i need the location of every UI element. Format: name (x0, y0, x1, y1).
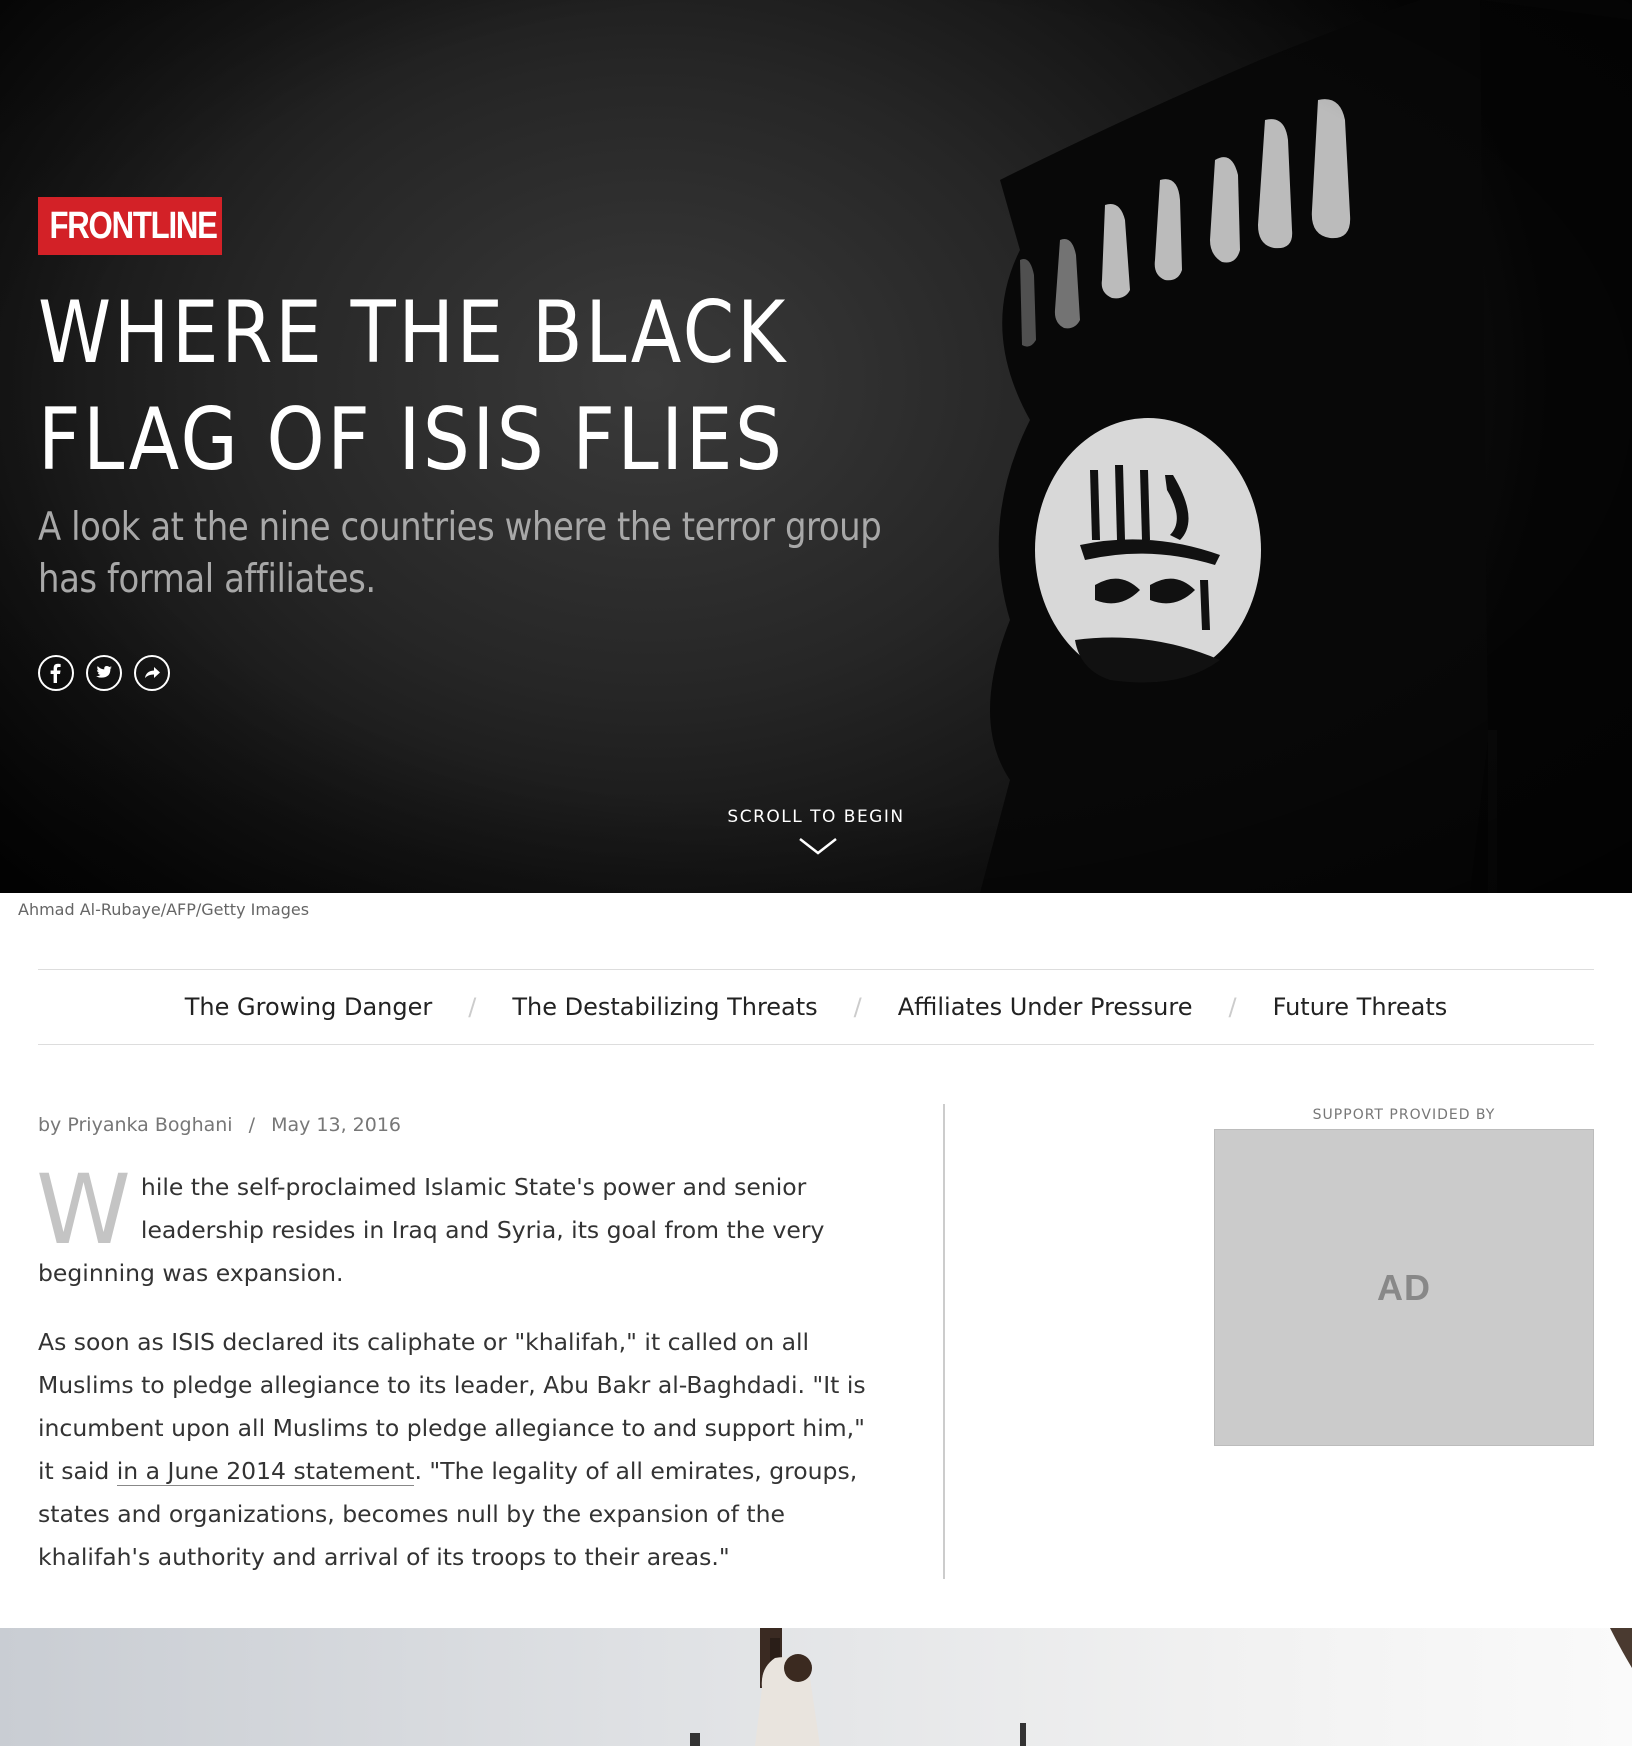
nav-item-future-threats[interactable]: Future Threats (1261, 993, 1460, 1021)
chevron-down-icon[interactable] (798, 836, 838, 856)
hero-banner: FRONTLINE WHERE THE BLACK FLAG OF ISIS F… (0, 0, 1632, 893)
article-paragraph: As soon as ISIS declared its caliphate o… (38, 1321, 888, 1579)
frontline-logo[interactable]: FRONTLINE (38, 197, 222, 255)
nav-item-destabilizing-threats[interactable]: The Destabilizing Threats (500, 993, 829, 1021)
nav-item-growing-danger[interactable]: The Growing Danger (173, 993, 445, 1021)
photo-credit: Ahmad Al-Rubaye/AFP/Getty Images (18, 900, 310, 919)
article-photo (0, 1628, 1632, 1746)
nav-separator: / (853, 993, 862, 1021)
column-divider (943, 1104, 945, 1579)
author-prefix: by (38, 1114, 62, 1136)
author-link[interactable]: Priyanka Boghani (67, 1114, 232, 1136)
brand-name: FRONTLINE (49, 205, 217, 247)
facebook-icon (50, 663, 61, 683)
ad-placeholder-text: AD (1377, 1266, 1431, 1308)
drop-cap: W (36, 1154, 131, 1266)
nav-separator: / (468, 993, 477, 1021)
twitter-icon (96, 666, 112, 678)
publish-date: May 13, 2016 (271, 1114, 402, 1136)
paragraph-text: hile the self-proclaimed Islamic State's… (38, 1173, 825, 1287)
title-line-2: FLAG OF ISIS FLIES (38, 390, 785, 490)
share-icon (145, 667, 160, 678)
june-2014-statement-link[interactable]: in a June 2014 statement (116, 1457, 415, 1486)
twitter-share-button[interactable] (86, 655, 122, 691)
ad-slot[interactable]: AD (1214, 1129, 1594, 1446)
byline: by Priyanka Boghani / May 13, 2016 (38, 1114, 401, 1136)
scroll-to-begin-label[interactable]: SCROLL TO BEGIN (0, 807, 1632, 827)
chapter-nav: The Growing Danger / The Destabilizing T… (38, 969, 1594, 1045)
article-paragraph: While the self-proclaimed Islamic State'… (36, 1154, 888, 1295)
nav-item-affiliates-under-pressure[interactable]: Affiliates Under Pressure (886, 993, 1205, 1021)
nav-separator: / (1228, 993, 1237, 1021)
page-title: WHERE THE BLACK FLAG OF ISIS FLIES (38, 280, 812, 494)
page-subtitle: A look at the nine countries where the t… (38, 505, 882, 602)
ad-label: SUPPORT PROVIDED BY (1312, 1107, 1496, 1123)
article-body: While the self-proclaimed Islamic State'… (36, 1154, 888, 1605)
generic-share-button[interactable] (134, 655, 170, 691)
title-line-1: WHERE THE BLACK (38, 283, 788, 383)
article-photo-graphic (690, 1628, 1632, 1746)
byline-separator: / (248, 1114, 256, 1136)
facebook-share-button[interactable] (38, 655, 74, 691)
